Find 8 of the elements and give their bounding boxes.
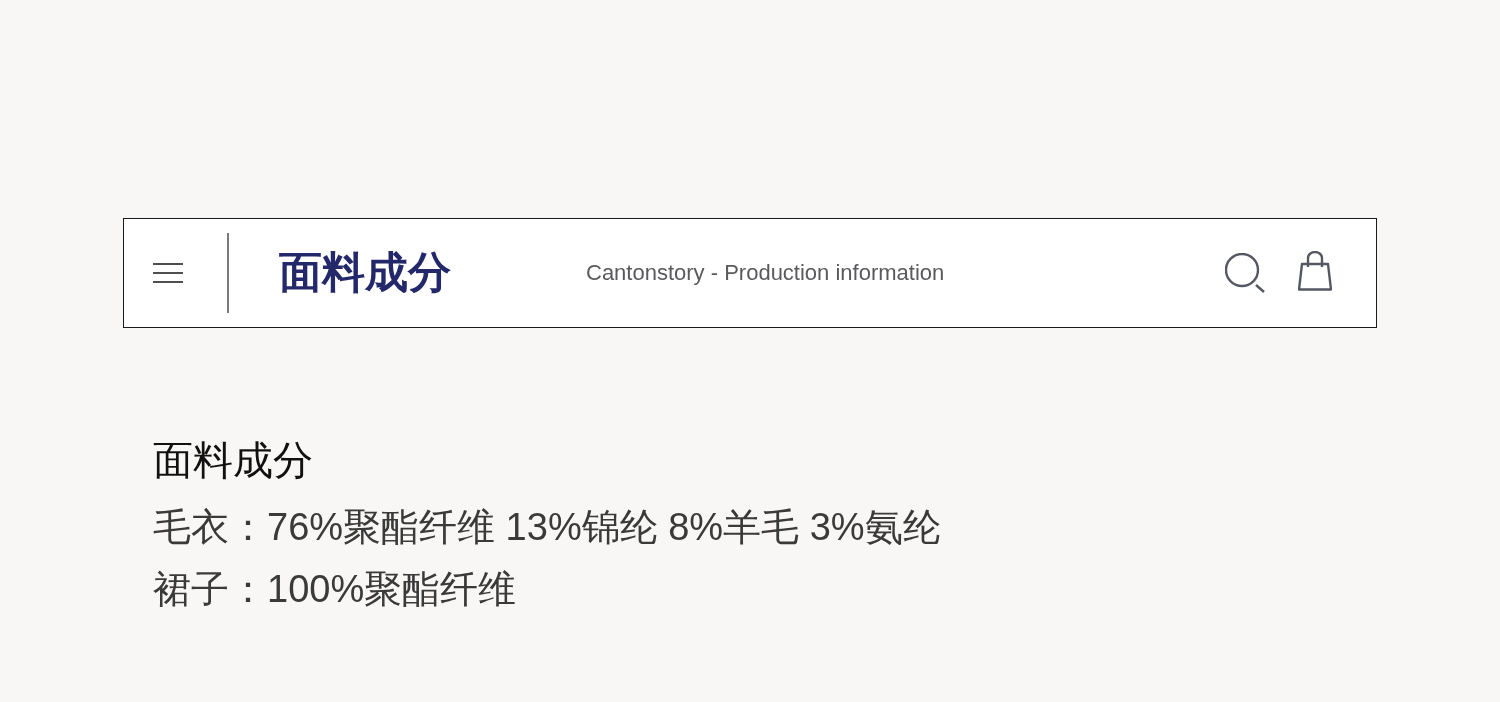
composition-line: 裙子：100%聚酯纤维 (153, 567, 517, 612)
section-heading: 面料成分 (153, 437, 313, 484)
shopping-bag-icon[interactable] (1298, 251, 1332, 291)
page-title: 面料成分 (279, 247, 451, 298)
composition-line: 毛衣：76%聚酯纤维 13%锦纶 8%羊毛 3%氨纶 (153, 505, 941, 550)
search-icon[interactable] (1225, 253, 1265, 293)
tagline: Cantonstory - Production information (586, 260, 945, 286)
menu-icon[interactable] (153, 263, 183, 283)
